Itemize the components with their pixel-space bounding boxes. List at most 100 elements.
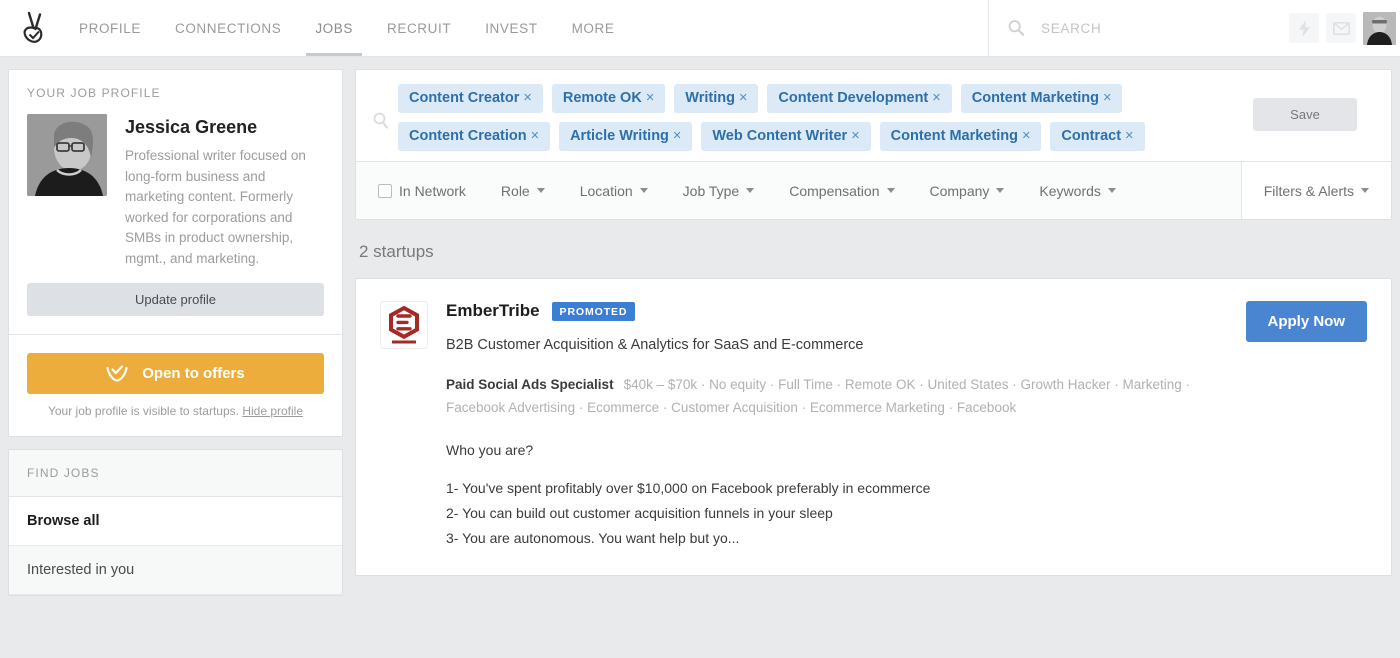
nav-item-invest[interactable]: INVEST [468,0,554,56]
tag-label: Content Development [778,90,929,106]
filter-dropdown-location[interactable]: Location [580,183,672,199]
save-search-column: Save [1243,84,1375,151]
filter-label: Compensation [789,182,880,199]
filters-alerts-inner: Filters & Alerts [1264,183,1369,199]
tag-remove-icon[interactable]: × [851,128,859,144]
filter-label: Keywords [1039,182,1101,199]
chevron-down-icon [536,188,545,193]
search-input[interactable] [1039,19,1259,37]
nav-item-profile[interactable]: PROFILE [62,0,158,56]
filter-bar: In Network Role Location Job Type Compen… [356,161,1391,219]
tag-remove-icon[interactable]: × [1125,128,1133,144]
filters-alerts-label: Filters & Alerts [1263,182,1354,199]
profile-bio: Professional writer focused on long-form… [125,148,306,266]
search-icon [1008,20,1025,36]
tag-remove-icon[interactable]: × [932,90,940,106]
sidebar-item-browse-all[interactable]: Browse all [9,497,342,546]
tag-label: Content Marketing [890,128,1018,144]
in-network-checkbox[interactable] [378,183,392,198]
tag-remove-icon[interactable]: × [673,128,681,144]
filters-and-alerts-dropdown[interactable]: Filters & Alerts [1240,162,1391,219]
filter-dropdown-compensation[interactable]: Compensation [789,183,918,199]
search-filter-panel: Content Creator × Remote OK × Writing × Con… [355,69,1392,220]
lightning-bolt-button[interactable] [1289,13,1319,43]
filter-tag[interactable]: Content Marketing × [879,122,1042,151]
sidebar-item-interested-in-you[interactable]: Interested in you [9,546,342,595]
tag-label: Content Creator [409,90,520,106]
job-card-top: EmberTribe PROMOTED B2B Customer Acquisi… [380,301,1367,551]
filter-tag[interactable]: Content Creator × [398,84,543,113]
results-count: 2 startups [359,242,434,261]
update-profile-button[interactable]: Update profile [27,283,324,316]
profile-photo[interactable] [27,114,107,196]
nav-item-connections[interactable]: CONNECTIONS [158,0,298,56]
search-tags-row: Content Creator × Remote OK × Writing × Con… [356,70,1391,161]
hide-profile-link[interactable]: Hide profile [242,404,303,418]
filter-tag-list: Content Creator × Remote OK × Writing × Con… [392,84,1243,151]
job-profile-card: YOUR JOB PROFILE Jessica Greene Professi… [8,69,343,437]
tag-label: Web Content Writer [712,128,848,144]
tag-remove-icon[interactable]: × [739,90,747,106]
chevron-down-icon [886,188,895,193]
job-desc-line: 1- You've spent profitably over $10,000 … [446,480,931,496]
filter-dropdown-company[interactable]: Company [930,183,1029,199]
tag-remove-icon[interactable]: × [523,90,531,106]
company-name[interactable]: EmberTribe [446,301,540,321]
filter-dropdown-role[interactable]: Role [501,183,569,199]
sidebar-item-label: Interested in you [27,562,135,578]
filter-in-network[interactable]: In Network [378,183,490,199]
save-button[interactable]: Save [1253,98,1357,131]
filter-tag[interactable]: Web Content Writer × [701,122,871,151]
main-content: Content Creator × Remote OK × Writing × Con… [355,69,1392,658]
chevron-down-icon [996,188,1005,193]
messages-button[interactable] [1326,13,1356,43]
job-role-title[interactable]: Paid Social Ads Specialist [446,377,614,392]
filter-dropdown-job-type[interactable]: Job Type [683,183,779,199]
profile-inner: YOUR JOB PROFILE Jessica Greene Professi… [9,70,342,269]
tag-label: Writing [685,90,735,106]
embertribe-hexagon-logo-icon [381,302,427,348]
nav-action-buttons [1282,11,1400,45]
open-to-offers-button[interactable]: Open to offers [27,353,324,394]
tag-remove-icon[interactable]: × [531,128,539,144]
page-body: YOUR JOB PROFILE Jessica Greene Professi… [0,57,1400,658]
filter-tag[interactable]: Remote OK × [551,84,666,113]
update-profile-wrap: Update profile [9,269,342,334]
top-navigation-bar: PROFILE CONNECTIONS JOBS RECRUIT INVEST … [0,0,1400,57]
find-jobs-heading: FIND JOBS [9,450,342,497]
filter-tag[interactable]: Article Writing × [559,122,693,151]
primary-nav-items: PROFILE CONNECTIONS JOBS RECRUIT INVEST … [62,0,631,56]
tag-remove-icon[interactable]: × [1103,90,1111,106]
open-to-offers-section: Open to offers Your job profile is visib… [9,334,342,436]
profile-visibility-note: Your job profile is visible to startups.… [27,404,324,418]
company-logo[interactable] [380,301,428,349]
job-desc-line: 3- You are autonomous. You want help but… [446,530,740,546]
filter-tag[interactable]: Writing × [674,84,759,113]
open-to-offers-label: Open to offers [142,365,245,382]
filter-label: Job Type [682,182,740,199]
promoted-badge: PROMOTED [551,301,636,321]
chevron-down-icon [1361,188,1369,193]
nav-label: JOBS [315,20,353,36]
filter-tag[interactable]: Content Development × [767,84,952,113]
nav-label: RECRUIT [387,20,452,36]
job-card[interactable]: EmberTribe PROMOTED B2B Customer Acquisi… [355,278,1392,576]
avatar[interactable] [1363,11,1396,45]
filter-dropdown-keywords[interactable]: Keywords [1039,183,1139,199]
nav-label: PROFILE [79,20,141,36]
filter-tag[interactable]: Content Creation × [398,122,551,151]
tag-remove-icon[interactable]: × [1022,128,1030,144]
angellist-logo-icon [23,11,43,43]
filter-tag[interactable]: Content Marketing × [960,84,1123,113]
company-tagline: B2B Customer Acquisition & Analytics for… [446,337,864,353]
nav-item-more[interactable]: MORE [555,0,632,56]
tag-remove-icon[interactable]: × [646,90,654,106]
lightning-bolt-icon [1298,19,1310,37]
apply-now-button[interactable]: Apply Now [1245,301,1367,342]
nav-item-jobs[interactable]: JOBS [298,0,370,56]
nav-item-recruit[interactable]: RECRUIT [370,0,468,56]
filter-tag[interactable]: Contract × [1050,122,1145,151]
job-company-row: EmberTribe PROMOTED [446,301,1224,321]
angellist-logo[interactable] [0,0,62,56]
profile-name: Jessica Greene [125,117,258,137]
